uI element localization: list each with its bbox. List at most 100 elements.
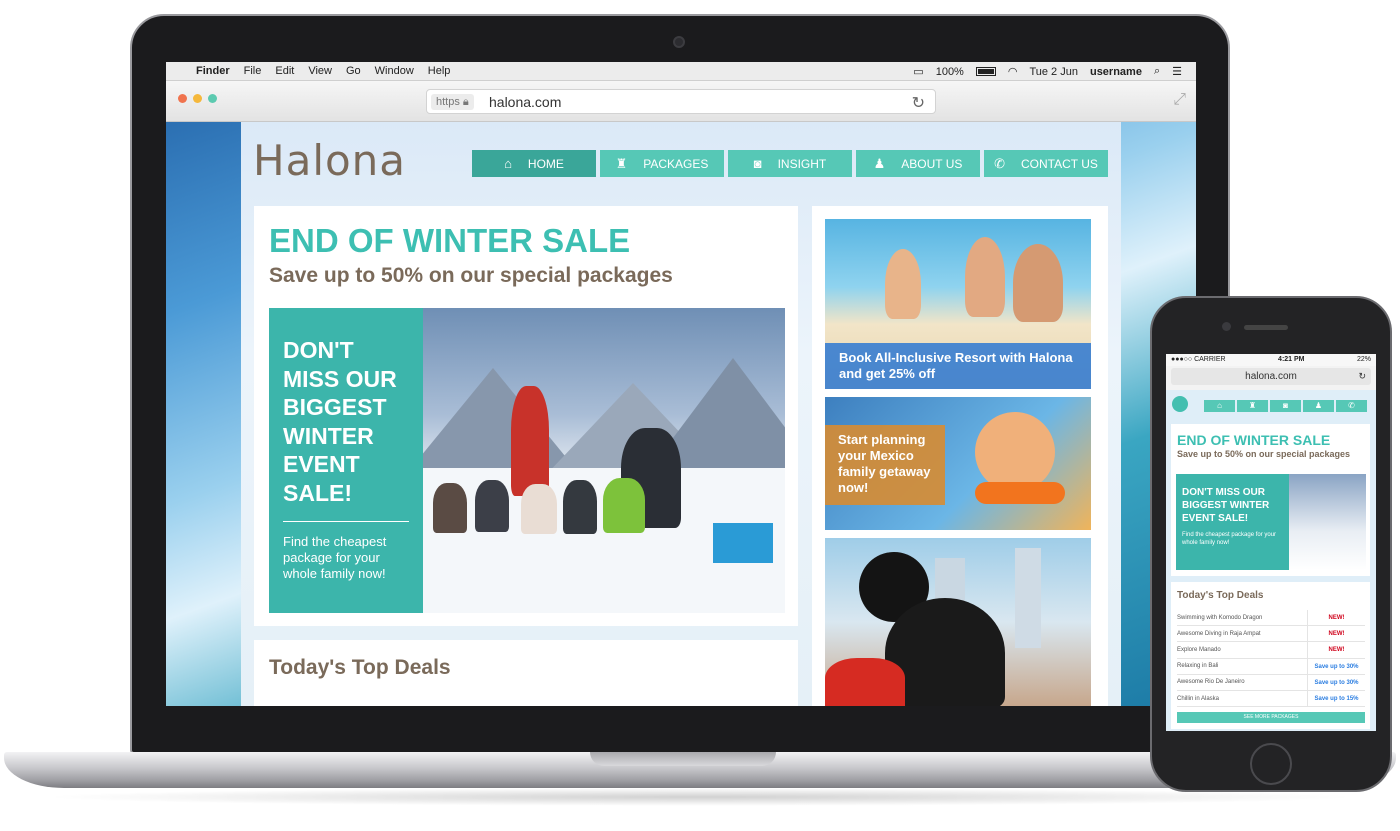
skier-figure [511,386,549,496]
mexico-promo-tile[interactable]: Start planning your Mexico family getawa… [825,397,1091,530]
mac-menubar: Finder File Edit View Go Window Help ▭ 1… [166,62,1196,81]
phone-battery: 22% [1356,356,1371,363]
nav-label: ABOUT US [901,156,963,171]
deal-row[interactable]: Awesome Rio De Janeiro Save up to 30% [1177,674,1365,691]
deal-name: Swimming with Komodo Dragon [1177,614,1263,621]
phone-nav-insight[interactable]: ◙ [1270,400,1301,412]
deal-value: Save up to 15% [1307,690,1365,707]
deal-value: Save up to 30% [1307,674,1365,690]
phone-promo-headline: DON'T MISS OUR BIGGEST WINTER EVENT SALE… [1182,487,1270,524]
see-more-packages-button[interactable]: SEE MORE PACKAGES [1177,712,1365,723]
promo-line: BIGGEST [283,394,387,420]
reload-icon[interactable]: ↻ [912,93,925,113]
menu-app-name[interactable]: Finder [196,65,230,77]
phone-icon: ✆ [994,155,1005,171]
nav-contact-us[interactable]: ✆ CONTACT US [984,150,1108,177]
deal-row[interactable]: Relaxing in Bali Save up to 30% [1177,658,1365,675]
nav-label: INSIGHT [777,156,827,171]
minimize-window-button[interactable] [193,94,202,103]
phone-nav-contact[interactable]: ✆ [1336,400,1367,412]
menu-file[interactable]: File [244,65,262,77]
phone-hero-title: END OF WINTER SALE [1177,432,1331,448]
camera-icon: ◙ [753,156,762,171]
promo-line: EVENT [283,451,360,477]
phone-nav-packages[interactable]: ♜ [1237,400,1268,412]
phone-status-bar: ●●●○○ CARRIER 4:21 PM 22% [1166,354,1376,366]
phone-promo-banner[interactable]: DON'T MISS OUR BIGGEST WINTER EVENT SALE… [1176,474,1366,570]
phone-website: ⌂ ♜ ◙ ♟ ✆ END OF WINTER SALE Save up to … [1166,390,1376,731]
side-promo-column: Book All-Inclusive Resort with Halona an… [812,206,1108,706]
promo-divider [283,521,409,522]
polka-dress [825,658,905,706]
deal-value: NEW! [1307,610,1365,626]
menubar-status-area: ▭ 100% ◠ Tue 2 Jun username ⌕ ☰ [913,62,1182,81]
deal-row[interactable]: Swimming with Komodo Dragon NEW! [1177,610,1365,627]
home-icon: ⌂ [504,156,512,171]
phone-nav-home[interactable]: ⌂ [1204,400,1235,412]
site-logo[interactable]: Halona [253,136,406,185]
close-window-button[interactable] [178,94,187,103]
zoom-window-button[interactable] [208,94,217,103]
phone-url-text: halona.com [1245,371,1297,382]
website-container: Halona ⌂ HOME ♜ PACKAGES ◙ INSIGHT ♟ ABOUT U… [241,122,1121,706]
deal-row[interactable]: Awesome Diving in Raja Ampat NEW! [1177,626,1365,643]
laptop-screen: Finder File Edit View Go Window Help ▭ 1… [166,62,1196,706]
phone-address-bar[interactable]: halona.com ↻ [1171,368,1371,385]
castle-tower [1015,548,1041,648]
battery-icon[interactable] [975,67,996,76]
clock-date[interactable]: Tue 2 Jun [1029,66,1078,78]
disney-promo-tile[interactable] [825,538,1091,706]
battery-percent: 100% [935,65,964,78]
top-deals-title: Today's Top Deals [269,656,451,679]
phone-reload-icon[interactable]: ↻ [1358,368,1366,385]
phone-home-button[interactable] [1250,743,1292,785]
deal-row[interactable]: Chillin in Alaska Save up to 15% [1177,690,1365,708]
phone-nav-about[interactable]: ♟ [1303,400,1334,412]
phone-camera-icon [1222,322,1231,331]
phone-promo-text: DON'T MISS OUR BIGGEST WINTER EVENT SALE… [1176,474,1289,570]
skier-figure [563,480,597,534]
nav-about-us[interactable]: ♟ ABOUT US [856,150,980,177]
deal-row[interactable]: Explore Manado NEW! [1177,642,1365,659]
skier-figure [603,478,645,533]
hero-subtitle: Save up to 50% on our special packages [269,264,673,287]
spotlight-search-icon[interactable]: ⌕ [1154,65,1160,78]
luggage-icon: ♜ [615,155,628,171]
nav-home[interactable]: ⌂ HOME [472,150,596,177]
fullscreen-icon[interactable]: ⤢ [1173,91,1186,109]
promo-line: SALE! [283,479,352,506]
resort-promo-tile[interactable]: Book All-Inclusive Resort with Halona an… [825,219,1091,389]
nav-insight[interactable]: ◙ INSIGHT [728,150,852,177]
lock-icon: 🔒︎ [462,96,469,108]
phone-ski-photo [1289,474,1366,570]
phone-hero-subtitle: Save up to 50% on our special packages [1177,449,1351,459]
phone-logo-icon[interactable] [1172,396,1188,412]
promo-line: MISS OUR [283,365,397,392]
wifi-icon[interactable]: ◠ [1008,65,1018,78]
airplay-icon[interactable]: ▭ [913,65,923,78]
carrier-label: ●●●○○ CARRIER [1171,356,1226,363]
person-figure [1013,244,1063,322]
deal-name: Explore Manado [1177,646,1221,653]
phone-speaker [1244,325,1288,330]
laptop-shadow [40,788,1360,806]
skier-figure [521,484,557,534]
menu-view[interactable]: View [308,65,332,77]
phone-deals-list: Swimming with Komodo Dragon NEW! Awesome D… [1177,610,1365,708]
notification-list-icon[interactable]: ☰ [1172,65,1182,78]
address-bar[interactable]: https 🔒︎ halona.com ↻ [426,89,936,114]
hero-card: END OF WINTER SALE Save up to 50% on our… [254,206,798,626]
menu-go[interactable]: Go [346,65,361,77]
menu-edit[interactable]: Edit [275,65,294,77]
promo-line: DON'T [283,337,354,363]
promo-text-panel: DON'T MISS OUR BIGGEST WINTER EVENT SALE… [269,308,423,613]
https-badge: https 🔒︎ [431,94,474,110]
winter-promo-banner[interactable]: DON'T MISS OUR BIGGEST WINTER EVENT SALE… [269,308,785,613]
user-name[interactable]: username [1090,66,1142,78]
url-text[interactable]: halona.com [489,94,561,110]
menu-window[interactable]: Window [375,65,414,77]
nav-packages[interactable]: ♜ PACKAGES [600,150,724,177]
promo-headline: DON'T MISS OUR BIGGEST WINTER EVENT SALE… [283,336,409,507]
top-deals-card: Today's Top Deals [254,640,798,706]
menu-help[interactable]: Help [428,65,451,77]
